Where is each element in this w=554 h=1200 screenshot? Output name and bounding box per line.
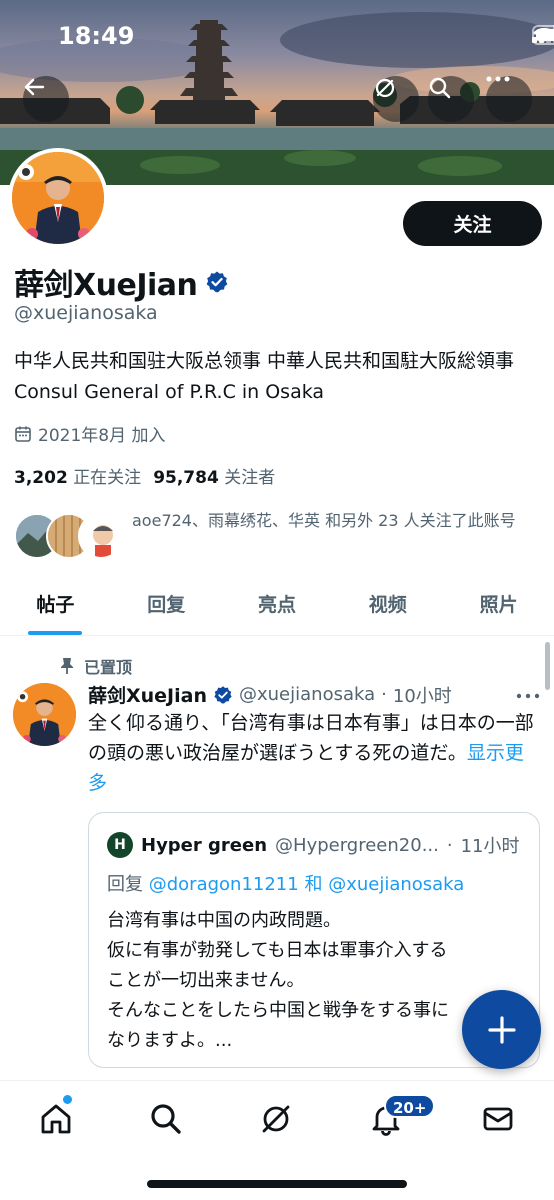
follow-stats: 3,202 正在关注 95,784 关注者 [14,463,275,488]
quoted-post-header: H Hyper green @Hypergreen20... · 11小时 [107,832,527,858]
search-icon [429,77,451,99]
arrow-left-icon [24,78,45,96]
nav-explore[interactable] [146,1099,186,1139]
verified-badge-icon[interactable] [205,270,229,294]
joined-date: 2021年8月 加入 [14,421,165,446]
plus-icon [487,1015,516,1044]
pinned-label: 已置顶 [84,658,133,677]
followers-link[interactable]: 95,784 关注者 [153,463,275,488]
nav-grok[interactable] [256,1099,296,1139]
back-button[interactable] [23,76,69,122]
grok-icon [262,1105,290,1133]
quoted-author-handle: @Hypergreen20... [275,834,439,856]
profile-avatar[interactable] [8,148,108,248]
profile-bio: 中华人民共和国驻大阪总领事 中華人民共和国駐大阪総領事 Consul Gener… [14,350,515,403]
profile-tabs: 帖子 回复 亮点 视频 照片 [0,584,554,636]
mention-link[interactable]: @doragon11211 [149,874,299,895]
follow-button[interactable]: 关注 [403,201,542,246]
post-text[interactable]: 全く仰る通り、「台湾有事は日本有事」は日本の一部の頭の悪い政治屋が選ぼうとする死… [88,708,540,798]
tab-photos[interactable]: 照片 [443,584,554,635]
mail-icon [483,1107,513,1131]
quoted-author-name: Hyper green [141,834,268,856]
more-options-button[interactable] [486,76,532,122]
grok-icon [375,78,395,98]
follower-avatar [78,513,124,559]
search-icon [151,1104,181,1134]
followed-by-text: aoe724、雨幕绣花、华英 和另外 23 人关注了此账号 [132,511,516,530]
pinned-indicator: 已置顶 [60,654,132,678]
nav-home[interactable] [36,1099,76,1139]
compose-post-button[interactable] [462,990,541,1069]
post-author-handle[interactable]: @xuejianosaka [239,684,375,705]
pin-icon [61,658,73,674]
avatar-image [13,683,76,746]
tab-replies[interactable]: 回复 [111,584,222,635]
search-button[interactable] [428,76,474,122]
mention-link[interactable]: @xuejianosaka [328,874,464,895]
reply-context: 回复 @doragon11211 和 @xuejianosaka [107,874,465,895]
status-time: 18:49 [58,22,135,50]
profile-handle: @xuejianosaka [14,302,158,324]
following-link[interactable]: 3,202 正在关注 [14,463,141,488]
display-name: 薛剑XueJian [14,268,198,303]
tab-posts[interactable]: 帖子 [0,584,111,635]
scrollbar[interactable] [545,642,550,690]
post-more-button[interactable] [516,680,540,705]
quoted-separator: · [446,834,453,856]
quoted-author-avatar: H [107,832,133,858]
calendar-icon [15,426,31,442]
joined-text: 2021年8月 加入 [38,426,166,446]
nav-messages[interactable] [478,1099,518,1139]
home-icon [41,1104,71,1134]
followed-by-avatars [14,513,124,561]
post-time[interactable]: 10小时 [393,682,452,708]
profile-name-row: 薛剑XueJian [14,260,229,304]
notifications-badge: 20+ [384,1094,436,1118]
grok-button[interactable] [373,76,419,122]
post-header: 薛剑XueJian @xuejianosaka · 10小时 [88,681,508,708]
post-separator: · [381,684,387,705]
verified-badge-icon [214,685,232,703]
tab-videos[interactable]: 视频 [332,584,443,635]
home-unread-dot [63,1095,72,1104]
battery-icon [532,25,554,45]
quoted-time: 11小时 [460,836,520,857]
post-author-name[interactable]: 薛剑XueJian [88,681,207,708]
home-indicator[interactable] [147,1180,407,1188]
post-author-avatar[interactable] [13,683,76,746]
tab-highlights[interactable]: 亮点 [222,584,333,635]
more-horizontal-icon [516,693,540,699]
avatar-image [12,152,104,244]
more-horizontal-icon [486,76,510,82]
